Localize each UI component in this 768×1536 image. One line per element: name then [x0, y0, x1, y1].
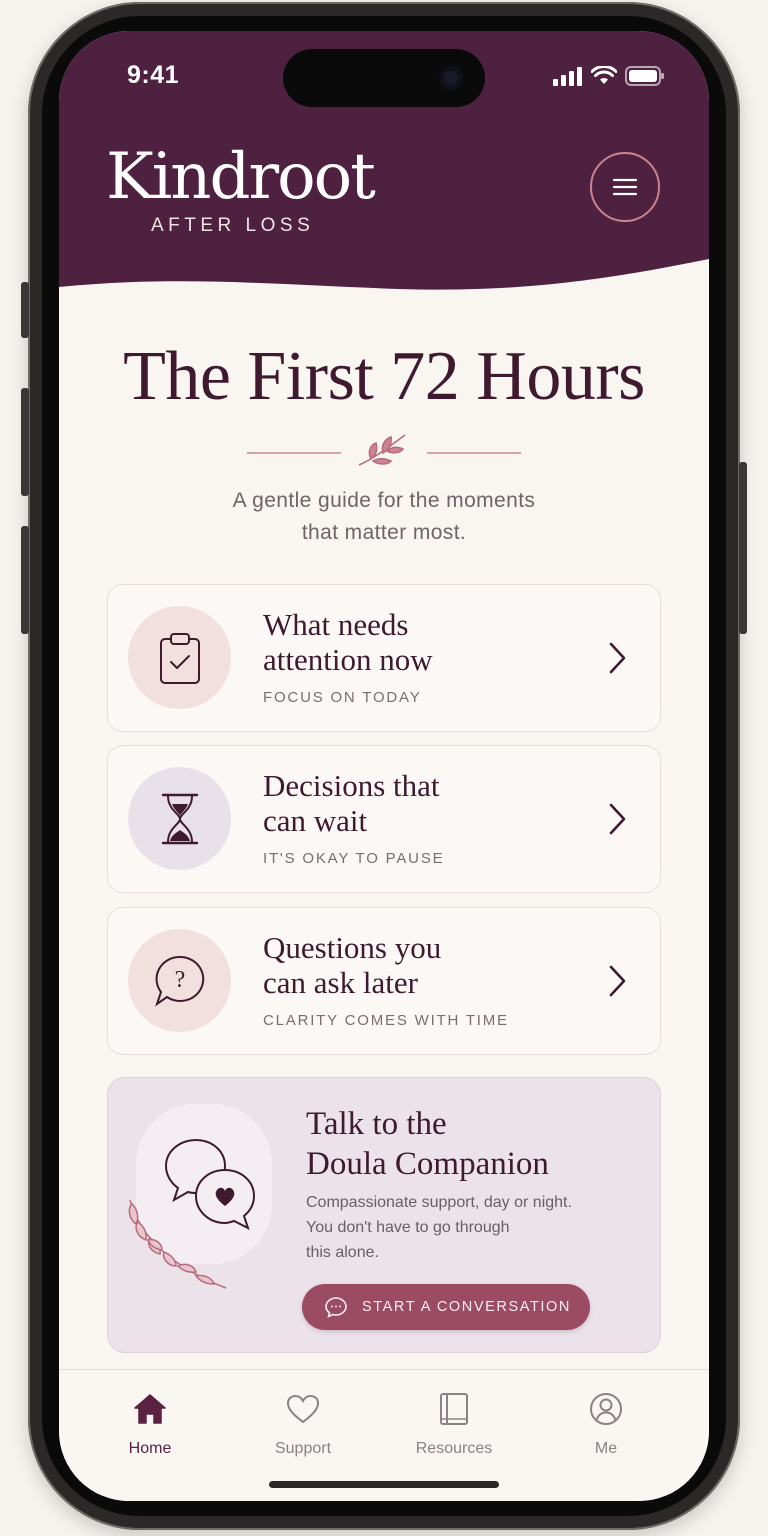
hourglass-icon [161, 793, 198, 844]
leaf-divider [247, 434, 521, 466]
status-icons [553, 65, 665, 87]
card-title-line: attention now [263, 642, 433, 677]
signal-icon [553, 67, 582, 86]
wifi-icon [591, 66, 617, 84]
card-subtitle: FOCUS ON TODAY [263, 689, 422, 706]
doula-title-line: Talk to the [306, 1106, 447, 1142]
chevron-right-icon [609, 965, 626, 997]
tab-home[interactable]: Home [90, 1390, 210, 1458]
card-decisions-wait[interactable]: Decisions that can wait IT'S OKAY TO PAU… [107, 745, 661, 893]
status-time: 9:41 [127, 61, 180, 89]
brand-tagline: AFTER LOSS [151, 215, 315, 236]
card-title: Questions you can ask later [263, 930, 583, 1000]
book-icon [440, 1393, 468, 1425]
subtitle-line: A gentle guide for the moments [232, 489, 536, 512]
home-icon [134, 1394, 166, 1424]
card-attention-now[interactable]: What needs attention now FOCUS ON TODAY [107, 584, 661, 732]
chat-icon [325, 1297, 347, 1318]
page-subtitle: A gentle guide for the moments that matt… [59, 485, 709, 549]
volume-down-button [21, 526, 29, 634]
card-title: Decisions that can wait [263, 768, 583, 838]
card-questions-later[interactable]: ? Questions you can ask later CLARITY CO… [107, 907, 661, 1055]
menu-button[interactable] [590, 152, 660, 222]
card-title-line: Questions you [263, 930, 442, 965]
doula-desc-line: Compassionate support, day or night. [306, 1194, 572, 1211]
user-icon [590, 1393, 622, 1425]
app-screen: 9:41 Kindroot AFTER LOSS The First 72 Ho… [59, 31, 709, 1501]
card-icon-circle [128, 767, 231, 870]
card-subtitle: CLARITY COMES WITH TIME [263, 1012, 509, 1029]
volume-up-button [21, 388, 29, 496]
chat-bubbles-icon [128, 1138, 256, 1289]
subtitle-line: that matter most. [301, 521, 467, 544]
tab-support[interactable]: Support [243, 1390, 363, 1458]
question-bubble-icon: ? [154, 955, 204, 1007]
tab-label: Me [594, 1440, 618, 1457]
card-icon-circle [128, 606, 231, 709]
start-conversation-label: START A CONVERSATION [362, 1299, 571, 1315]
tab-label: Resources [415, 1440, 493, 1457]
tab-resources[interactable]: Resources [394, 1390, 514, 1458]
chevron-right-icon [609, 642, 626, 674]
power-button [739, 462, 747, 634]
card-title-line: What needs [263, 607, 409, 642]
page-title: The First 72 Hours [123, 338, 645, 415]
doula-companion-card: Talk to the Doula Companion Compassionat… [107, 1077, 661, 1353]
card-icon-circle: ? [128, 929, 231, 1032]
card-title-line: can wait [263, 803, 368, 838]
heart-icon [286, 1394, 320, 1424]
doula-description: Compassionate support, day or night. You… [306, 1190, 616, 1265]
svg-text:?: ? [174, 967, 185, 993]
card-title: What needs attention now [263, 607, 583, 677]
tab-label: Home [128, 1440, 172, 1457]
clipboard-check-icon [159, 632, 200, 684]
battery-icon [625, 66, 664, 86]
card-subtitle: IT'S OKAY TO PAUSE [263, 850, 445, 867]
tab-label: Support [274, 1440, 332, 1457]
card-title-line: Decisions that [263, 768, 440, 803]
sprig-icon [358, 434, 406, 466]
doula-title-line: Doula Companion [306, 1146, 549, 1182]
mute-switch [21, 282, 29, 338]
doula-title: Talk to the Doula Companion [306, 1104, 626, 1184]
app-header: 9:41 Kindroot AFTER LOSS [59, 31, 709, 331]
hamburger-icon [612, 178, 638, 196]
chevron-right-icon [609, 803, 626, 835]
start-conversation-button[interactable]: START A CONVERSATION [302, 1284, 590, 1330]
tab-me[interactable]: Me [546, 1390, 666, 1458]
dynamic-island [283, 49, 485, 107]
home-indicator [269, 1481, 499, 1488]
brand-logo: Kindroot [106, 140, 376, 214]
card-title-line: can ask later [263, 965, 418, 1000]
doula-desc-line: this alone. [306, 1244, 379, 1261]
doula-desc-line: You don't have to go through [306, 1219, 510, 1236]
